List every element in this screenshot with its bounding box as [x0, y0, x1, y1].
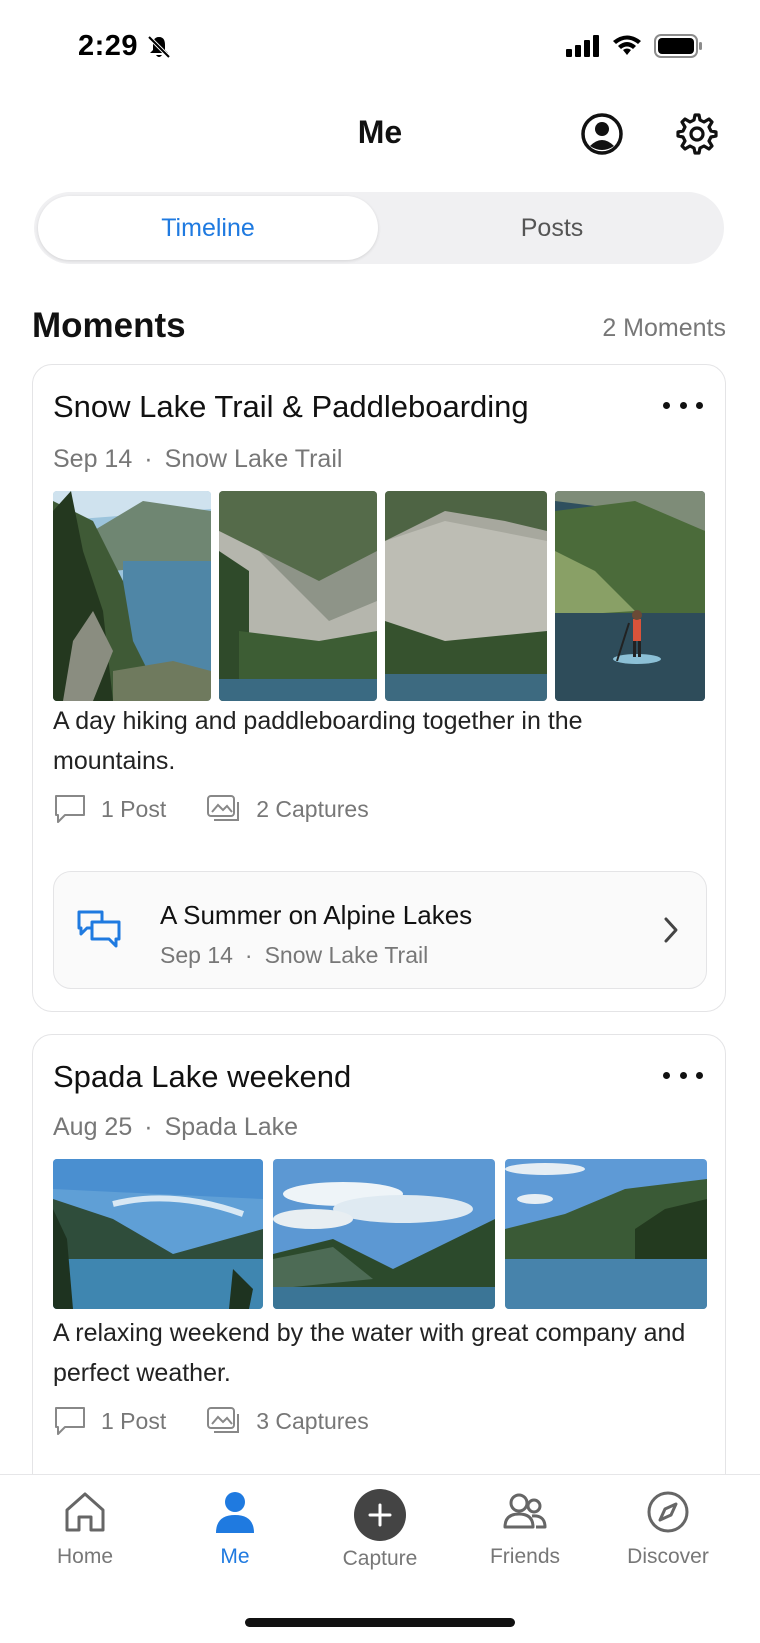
- moment-stats: 1 Post 2 Captures: [53, 793, 409, 825]
- home-icon: [65, 1492, 105, 1532]
- tab-capture[interactable]: Capture: [320, 1489, 440, 1571]
- photo-thumbnail[interactable]: [505, 1159, 707, 1309]
- friends-icon: [503, 1493, 547, 1529]
- moment-subtitle: Aug 25 · Spada Lake: [53, 1113, 298, 1142]
- tab-label: Friends: [489, 1545, 561, 1568]
- photo-strip: [53, 1159, 707, 1309]
- story-location: Snow Lake Trail: [264, 942, 429, 968]
- bottom-tab-bar: Home Me Capture Friends Discover: [0, 1474, 760, 1643]
- photo-thumbnail[interactable]: [53, 491, 211, 701]
- moment-date: Sep 14: [53, 445, 133, 473]
- page-title: Me: [357, 114, 403, 150]
- tab-label: Capture: [342, 1547, 418, 1570]
- moment-card[interactable]: Snow Lake Trail & Paddleboarding Sep 14 ·…: [32, 364, 726, 1012]
- story-title: A Summer on Alpine Lakes: [160, 900, 473, 930]
- captures-icon: [207, 795, 240, 821]
- tab-label: Me: [220, 1545, 250, 1568]
- wifi-icon: [613, 35, 641, 55]
- comment-icon: [55, 795, 85, 823]
- moment-card[interactable]: Spada Lake weekend Aug 25 · Spada Lake A…: [32, 1034, 726, 1534]
- story-date: Sep 14: [160, 942, 233, 968]
- moment-title: Spada Lake weekend: [53, 1059, 352, 1094]
- tab-friends[interactable]: Friends: [465, 1489, 585, 1569]
- more-options-button[interactable]: [663, 395, 703, 415]
- moment-date: Aug 25: [53, 1113, 133, 1141]
- posts-count: 1 Post: [101, 1407, 167, 1434]
- dot: [679, 401, 687, 409]
- moment-description: A day hiking and paddleboarding together…: [53, 707, 583, 775]
- bell-slash-icon: [146, 34, 172, 60]
- moments-count: 2 Moments: [602, 314, 726, 342]
- dot: [679, 1071, 687, 1079]
- person-circle-icon: [581, 113, 623, 155]
- photo-strip: [53, 491, 705, 701]
- timeline-posts-segmented-control: Timeline Posts: [34, 192, 724, 264]
- captures-icon: [207, 1407, 240, 1433]
- moment-location: Snow Lake Trail: [164, 445, 343, 473]
- photo-thumbnail[interactable]: [53, 1159, 263, 1309]
- photo-thumbnail[interactable]: [555, 491, 705, 701]
- chevron-right-icon: [662, 916, 680, 949]
- captures-stat[interactable]: 3 Captures: [206, 1405, 369, 1437]
- status-icons: [566, 34, 704, 58]
- story-link[interactable]: A Summer on Alpine Lakes Sep 14 · Snow Lak…: [53, 871, 707, 989]
- compass-icon: [647, 1491, 689, 1533]
- signal-icon: [566, 35, 599, 57]
- comment-icon: [55, 1407, 85, 1435]
- separator: ·: [144, 1113, 153, 1141]
- plus-icon: [354, 1489, 406, 1541]
- tab-label: Home: [56, 1545, 114, 1568]
- dot: [696, 1071, 703, 1079]
- photo-thumbnail[interactable]: [273, 1159, 495, 1309]
- tab-home[interactable]: Home: [25, 1489, 145, 1569]
- tab-me[interactable]: Me: [175, 1489, 295, 1569]
- home-indicator[interactable]: [245, 1618, 515, 1627]
- posts-stat[interactable]: 1 Post: [53, 1405, 166, 1437]
- story-subtitle: Sep 14 · Snow Lake Trail: [160, 942, 428, 969]
- captures-count: 2 Captures: [256, 795, 369, 822]
- more-options-button[interactable]: [663, 1065, 703, 1085]
- chat-bubbles-icon: [76, 908, 122, 955]
- battery-icon: [654, 34, 702, 58]
- separator: ·: [244, 942, 253, 968]
- photo-thumbnail[interactable]: [219, 491, 377, 701]
- captures-stat[interactable]: 2 Captures: [206, 793, 369, 825]
- captures-count: 3 Captures: [256, 1407, 369, 1434]
- posts-count: 1 Post: [101, 795, 167, 822]
- person-icon: [216, 1492, 254, 1533]
- status-time: 2:29: [78, 30, 139, 62]
- nav-header: Me: [0, 100, 760, 170]
- tab-timeline[interactable]: Timeline: [38, 196, 378, 260]
- moment-subtitle: Sep 14 · Snow Lake Trail: [53, 445, 342, 474]
- gear-icon: [676, 113, 718, 155]
- photo-thumbnail[interactable]: [385, 491, 547, 701]
- moment-location: Spada Lake: [164, 1113, 299, 1141]
- posts-stat[interactable]: 1 Post: [53, 793, 166, 825]
- settings-button[interactable]: [673, 110, 721, 158]
- dot: [663, 401, 670, 409]
- tab-discover[interactable]: Discover: [608, 1489, 728, 1569]
- profile-button[interactable]: [578, 110, 626, 158]
- dot: [696, 401, 703, 409]
- moment-stats: 1 Post 3 Captures: [53, 1405, 409, 1437]
- tab-label: Discover: [627, 1545, 709, 1568]
- moment-description: A relaxing weekend by the water with gre…: [53, 1319, 686, 1387]
- moment-title: Snow Lake Trail & Paddleboarding: [53, 389, 529, 424]
- separator: ·: [144, 445, 153, 473]
- dot: [663, 1071, 670, 1079]
- status-bar: 2:29: [0, 0, 760, 96]
- moments-heading: Moments: [32, 306, 186, 345]
- tab-posts[interactable]: Posts: [384, 196, 720, 260]
